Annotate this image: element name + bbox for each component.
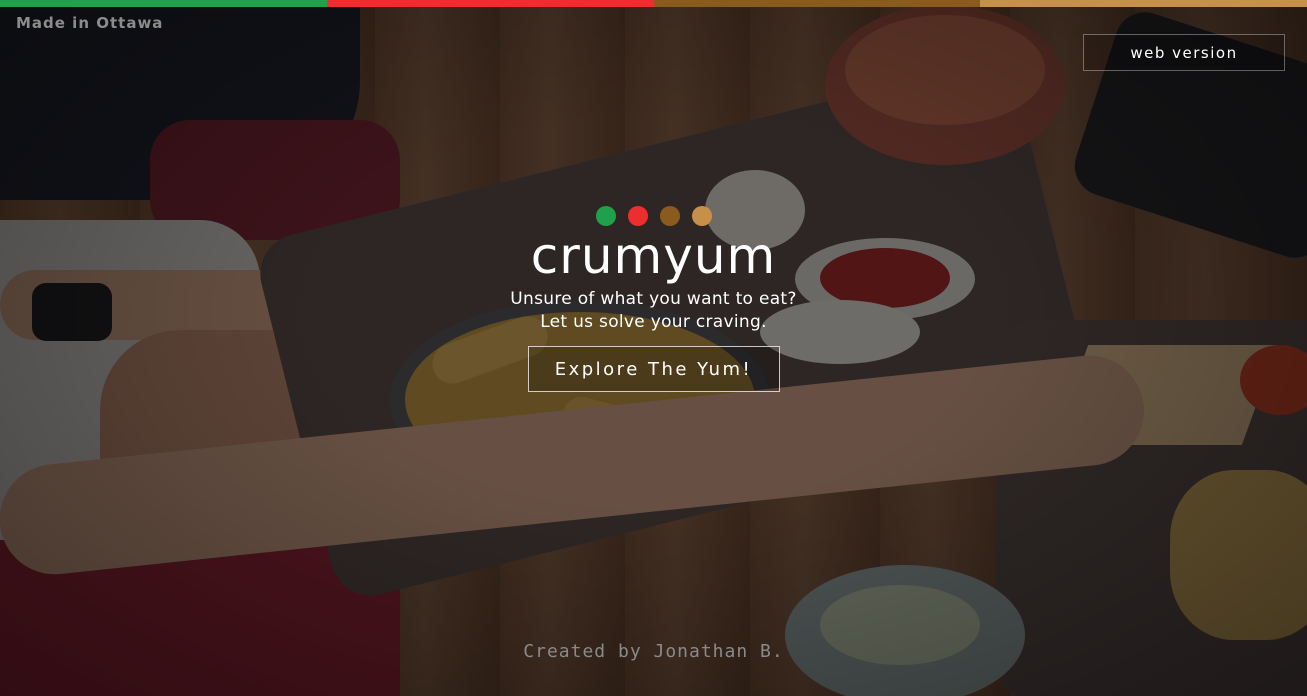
- stripe-segment-green: [0, 0, 327, 7]
- stripe-segment-red: [326, 0, 654, 7]
- tagline-line-2: Let us solve your craving.: [540, 312, 767, 332]
- explore-button[interactable]: Explore The Yum!: [527, 346, 780, 392]
- tagline: Unsure of what you want to eat? Let us s…: [510, 288, 796, 334]
- logo-wordmark: crumyum: [530, 227, 777, 285]
- web-version-button[interactable]: web version: [1083, 34, 1285, 71]
- tagline-line-1: Unsure of what you want to eat?: [510, 289, 797, 309]
- made-in-label: Made in Ottawa: [16, 14, 164, 32]
- stripe-segment-brown: [653, 0, 981, 7]
- logo-dot-tan: [691, 206, 712, 226]
- logo-dot-red: [627, 206, 648, 226]
- landing-page: Made in Ottawa web version crumyum Unsur…: [0, 0, 1307, 696]
- hero: crumyum Unsure of what you want to eat? …: [0, 200, 1307, 392]
- logo-dot-green: [595, 206, 616, 226]
- stripe-segment-tan: [980, 0, 1307, 7]
- logo-dots: [595, 206, 712, 226]
- top-color-stripe: [0, 0, 1307, 7]
- creator-credit: Created by Jonathan B.: [523, 641, 784, 662]
- logo-dot-brown: [659, 206, 680, 226]
